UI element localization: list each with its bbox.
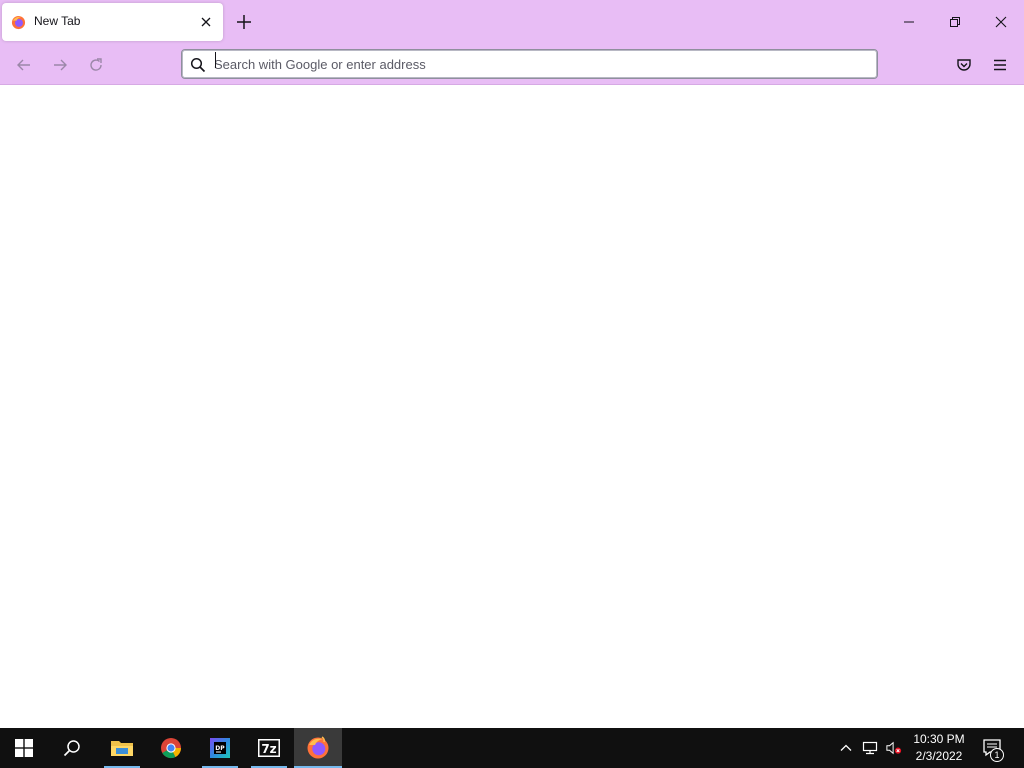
chevron-up-icon bbox=[840, 744, 852, 751]
taskbar-chrome[interactable] bbox=[147, 728, 195, 768]
navigation-toolbar bbox=[0, 44, 1024, 85]
taskbar: DP 7z 10:30 PM 2/3/2022 1 bbox=[0, 728, 1024, 768]
forward-button[interactable] bbox=[48, 53, 72, 77]
close-window-button[interactable] bbox=[978, 0, 1024, 44]
volume-tray-button[interactable] bbox=[886, 740, 902, 756]
7zip-icon: 7z bbox=[258, 739, 280, 757]
notification-count-badge: 1 bbox=[990, 748, 1004, 762]
show-hidden-icons-button[interactable] bbox=[838, 740, 854, 756]
tab-new-tab[interactable]: New Tab bbox=[2, 3, 223, 41]
restore-icon bbox=[950, 17, 960, 27]
taskbar-firefox[interactable] bbox=[294, 728, 342, 768]
firefox-icon bbox=[11, 15, 26, 30]
reload-icon bbox=[90, 58, 102, 71]
datapad-label: DP bbox=[215, 745, 225, 752]
clock-time: 10:30 PM bbox=[913, 732, 965, 746]
close-icon bbox=[995, 16, 1007, 28]
datapad-icon: DP bbox=[210, 738, 230, 758]
system-clock[interactable]: 10:30 PM 2/3/2022 bbox=[910, 731, 968, 765]
windows-icon bbox=[15, 739, 33, 757]
tab-title: New Tab bbox=[34, 14, 81, 28]
plus-icon[interactable] bbox=[234, 12, 254, 32]
arrow-right-icon bbox=[54, 59, 67, 71]
taskbar-datapad[interactable]: DP bbox=[196, 728, 244, 768]
volume-muted-icon bbox=[886, 741, 902, 755]
restore-button[interactable] bbox=[932, 0, 978, 44]
address-bar[interactable] bbox=[181, 49, 878, 79]
minimize-icon bbox=[904, 21, 914, 23]
pocket-button[interactable] bbox=[952, 53, 976, 77]
minimize-button[interactable] bbox=[886, 0, 932, 44]
taskbar-search-button[interactable] bbox=[48, 728, 96, 768]
page-content bbox=[0, 86, 1024, 728]
network-icon bbox=[862, 741, 878, 755]
taskbar-7zip[interactable]: 7z bbox=[245, 728, 293, 768]
taskbar-file-explorer[interactable] bbox=[98, 728, 146, 768]
back-button[interactable] bbox=[12, 53, 36, 77]
start-button[interactable] bbox=[0, 728, 48, 768]
firefox-icon bbox=[307, 736, 329, 759]
close-icon[interactable] bbox=[198, 14, 214, 30]
tab-strip: New Tab bbox=[0, 0, 1024, 44]
arrow-left-icon bbox=[17, 59, 30, 71]
search-icon bbox=[63, 740, 80, 757]
text-cursor bbox=[215, 52, 216, 68]
address-input[interactable] bbox=[214, 54, 864, 74]
clock-date: 2/3/2022 bbox=[915, 749, 963, 763]
reload-button[interactable] bbox=[84, 53, 108, 77]
app-menu-button[interactable] bbox=[988, 53, 1012, 77]
folder-icon bbox=[111, 741, 133, 756]
7zip-label: 7z bbox=[261, 742, 276, 756]
hamburger-menu-icon bbox=[994, 59, 1006, 71]
network-tray-button[interactable] bbox=[862, 740, 878, 756]
search-icon bbox=[190, 57, 206, 73]
pocket-icon bbox=[957, 59, 971, 71]
chrome-icon bbox=[161, 738, 182, 759]
